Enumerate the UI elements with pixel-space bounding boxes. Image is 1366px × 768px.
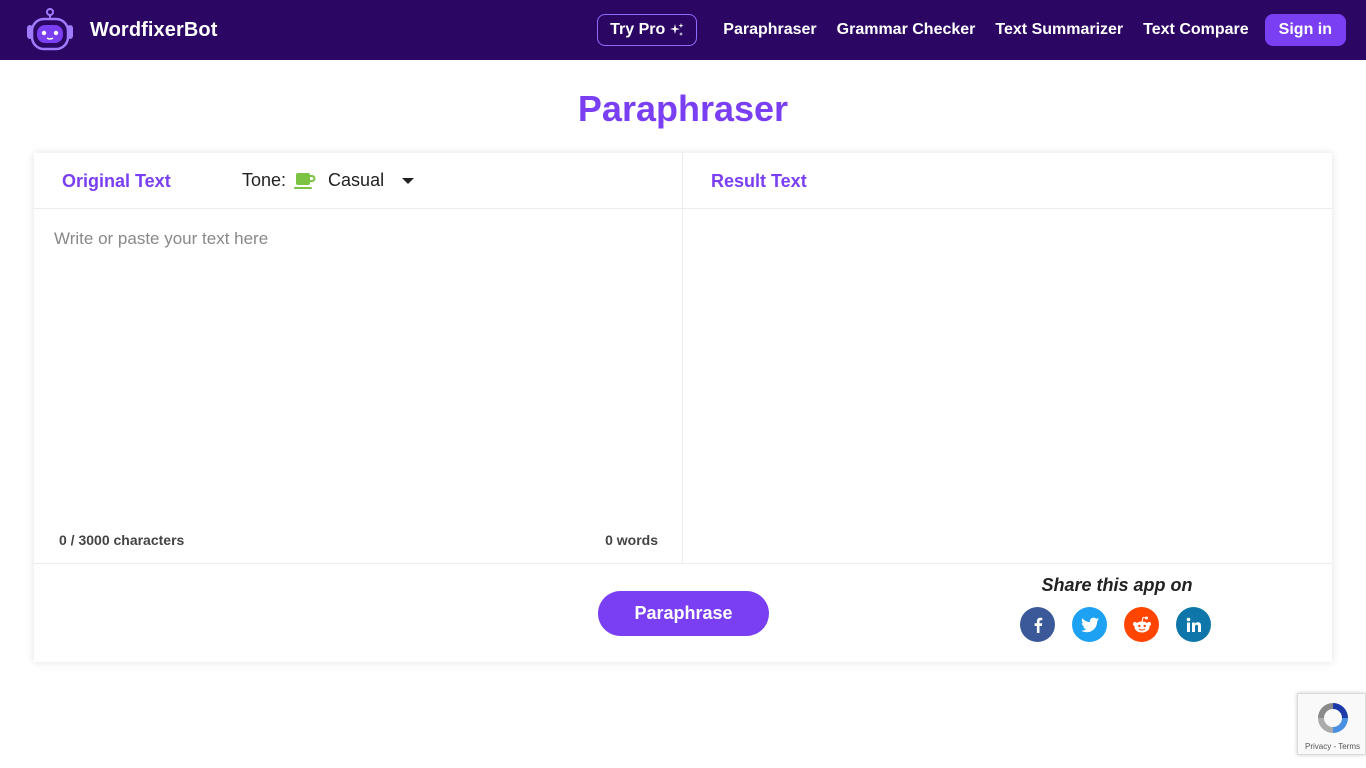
tone-label: Tone: — [242, 170, 287, 190]
result-text-label: Result Text — [711, 171, 807, 191]
recaptcha-links[interactable]: Privacy - Terms — [1298, 742, 1366, 751]
twitter-icon[interactable] — [1072, 607, 1107, 642]
sparkle-icon — [670, 23, 684, 36]
share-icons — [1020, 607, 1228, 642]
try-pro-button[interactable]: Try Pro — [597, 14, 698, 46]
paraphraser-card: Original Text Tone: Casual 0 / 3000 char… — [34, 153, 1332, 662]
twitter-glyph — [1080, 617, 1099, 632]
brand-name: WordfixerBot — [90, 18, 218, 41]
nav-link-text-compare[interactable]: Text Compare — [1143, 21, 1249, 39]
coffee-cup-icon — [294, 172, 316, 189]
page-title: Paraphraser — [577, 88, 789, 129]
chevron-down-icon — [402, 177, 415, 184]
recaptcha-badge[interactable]: Privacy - Terms — [1297, 693, 1366, 755]
robot-logo-icon — [27, 8, 73, 51]
reddit-glyph — [1132, 616, 1151, 632]
facebook-icon[interactable] — [1020, 607, 1055, 642]
nav-link-grammar-checker[interactable]: Grammar Checker — [837, 21, 976, 39]
top-navbar: WordfixerBot Try Pro Paraphraser Grammar… — [0, 0, 1366, 60]
paraphrase-button[interactable]: Paraphrase — [598, 591, 769, 636]
original-text-input[interactable] — [54, 229, 664, 519]
result-text-area — [683, 210, 1332, 563]
nav-link-text-summarizer[interactable]: Text Summarizer — [995, 21, 1123, 39]
facebook-glyph — [1034, 617, 1042, 633]
brand[interactable]: WordfixerBot — [22, 8, 218, 52]
reddit-icon[interactable] — [1124, 607, 1159, 642]
result-pane-header: Result Text — [683, 153, 1332, 209]
linkedin-icon[interactable] — [1176, 607, 1211, 642]
character-count: 0 / 3000 characters — [59, 532, 185, 548]
original-text-label: Original Text — [62, 171, 171, 191]
original-pane-header: Original Text Tone: Casual — [34, 153, 682, 209]
recaptcha-icon — [1318, 703, 1348, 733]
word-count: 0 words — [605, 532, 658, 548]
result-text-pane: Result Text — [683, 153, 1332, 563]
share-label: Share this app on — [1041, 575, 1193, 595]
original-text-pane: Original Text Tone: Casual 0 / 3000 char… — [34, 153, 683, 563]
tone-selector[interactable]: Tone: Casual — [242, 170, 415, 191]
linkedin-glyph — [1186, 617, 1201, 632]
sign-in-button[interactable]: Sign in — [1264, 14, 1346, 46]
nav-links: Try Pro Paraphraser Grammar Checker Text… — [597, 14, 1346, 46]
card-footer: Paraphrase Share this app on — [34, 563, 1332, 662]
tone-value: Casual — [328, 170, 385, 190]
nav-link-paraphraser[interactable]: Paraphraser — [723, 21, 816, 39]
try-pro-label: Try Pro — [610, 21, 666, 38]
